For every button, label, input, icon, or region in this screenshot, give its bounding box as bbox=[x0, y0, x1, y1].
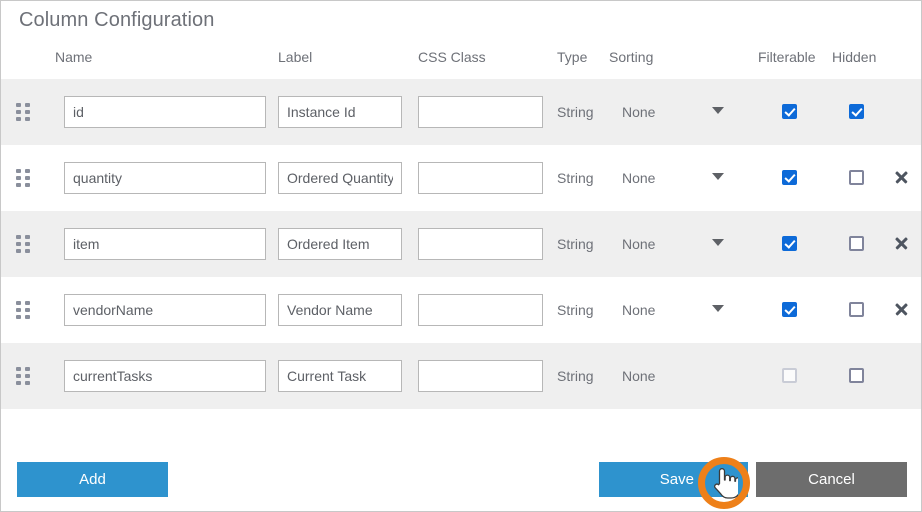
type-value: String bbox=[557, 170, 594, 186]
hidden-checkbox[interactable] bbox=[849, 368, 864, 383]
remove-row-icon[interactable] bbox=[891, 233, 911, 253]
css-class-input[interactable] bbox=[418, 228, 543, 260]
label-input[interactable] bbox=[278, 228, 402, 260]
remove-row-icon[interactable] bbox=[891, 299, 911, 319]
drag-handle-icon[interactable] bbox=[16, 301, 30, 319]
sorting-value: None bbox=[622, 368, 656, 384]
hidden-checkbox[interactable] bbox=[849, 104, 864, 119]
type-value: String bbox=[557, 302, 594, 318]
css-class-input[interactable] bbox=[418, 96, 543, 128]
column-header-hidden: Hidden bbox=[832, 49, 877, 65]
filterable-checkbox bbox=[782, 368, 797, 383]
table-row: String None bbox=[1, 277, 921, 343]
column-configuration-panel: Column Configuration Name Label CSS Class T… bbox=[0, 0, 922, 512]
name-input[interactable] bbox=[64, 228, 266, 260]
css-class-input[interactable] bbox=[418, 162, 543, 194]
label-input[interactable] bbox=[278, 360, 402, 392]
sorting-value[interactable]: None bbox=[622, 170, 655, 186]
table-column-headers: Name Label CSS Class Type Sorting Filterable H… bbox=[1, 49, 921, 79]
table-row: String None bbox=[1, 79, 921, 145]
cancel-button[interactable]: Cancel bbox=[756, 462, 907, 497]
name-input[interactable] bbox=[64, 294, 266, 326]
hidden-checkbox[interactable] bbox=[849, 302, 864, 317]
label-input[interactable] bbox=[278, 162, 402, 194]
table-row: String None bbox=[1, 145, 921, 211]
column-header-label: Label bbox=[278, 49, 313, 65]
sorting-value[interactable]: None bbox=[622, 302, 655, 318]
chevron-down-icon[interactable] bbox=[712, 173, 724, 180]
hidden-checkbox[interactable] bbox=[849, 236, 864, 251]
type-value: String bbox=[557, 236, 594, 252]
label-input[interactable] bbox=[278, 294, 402, 326]
label-input[interactable] bbox=[278, 96, 402, 128]
filterable-checkbox[interactable] bbox=[782, 302, 797, 317]
table-row: String None bbox=[1, 211, 921, 277]
column-header-sorting: Sorting bbox=[609, 49, 654, 65]
hidden-checkbox[interactable] bbox=[849, 170, 864, 185]
save-button[interactable]: Save bbox=[599, 462, 748, 497]
type-value: String bbox=[557, 368, 594, 384]
remove-row-icon[interactable] bbox=[891, 167, 911, 187]
chevron-down-icon[interactable] bbox=[712, 239, 724, 246]
page-title: Column Configuration bbox=[19, 9, 215, 31]
css-class-input[interactable] bbox=[418, 294, 543, 326]
table-row: String None bbox=[1, 343, 921, 409]
css-class-input[interactable] bbox=[418, 360, 543, 392]
sorting-value[interactable]: None bbox=[622, 104, 655, 120]
chevron-down-icon[interactable] bbox=[712, 107, 724, 114]
sorting-value[interactable]: None bbox=[622, 236, 655, 252]
add-button[interactable]: Add bbox=[17, 462, 168, 497]
column-header-filterable: Filterable bbox=[758, 49, 816, 65]
column-rows-list: String None String None String None String None… bbox=[1, 79, 921, 409]
filterable-checkbox[interactable] bbox=[782, 236, 797, 251]
column-header-type: Type bbox=[557, 49, 588, 65]
drag-handle-icon[interactable] bbox=[16, 103, 30, 121]
drag-handle-icon[interactable] bbox=[16, 367, 30, 385]
name-input[interactable] bbox=[64, 360, 266, 392]
column-header-css-class: CSS Class bbox=[418, 49, 486, 65]
drag-handle-icon[interactable] bbox=[16, 169, 30, 187]
column-header-name: Name bbox=[55, 49, 93, 65]
name-input[interactable] bbox=[64, 162, 266, 194]
type-value: String bbox=[557, 104, 594, 120]
filterable-checkbox[interactable] bbox=[782, 104, 797, 119]
name-input[interactable] bbox=[64, 96, 266, 128]
drag-handle-icon[interactable] bbox=[16, 235, 30, 253]
filterable-checkbox[interactable] bbox=[782, 170, 797, 185]
chevron-down-icon[interactable] bbox=[712, 305, 724, 312]
